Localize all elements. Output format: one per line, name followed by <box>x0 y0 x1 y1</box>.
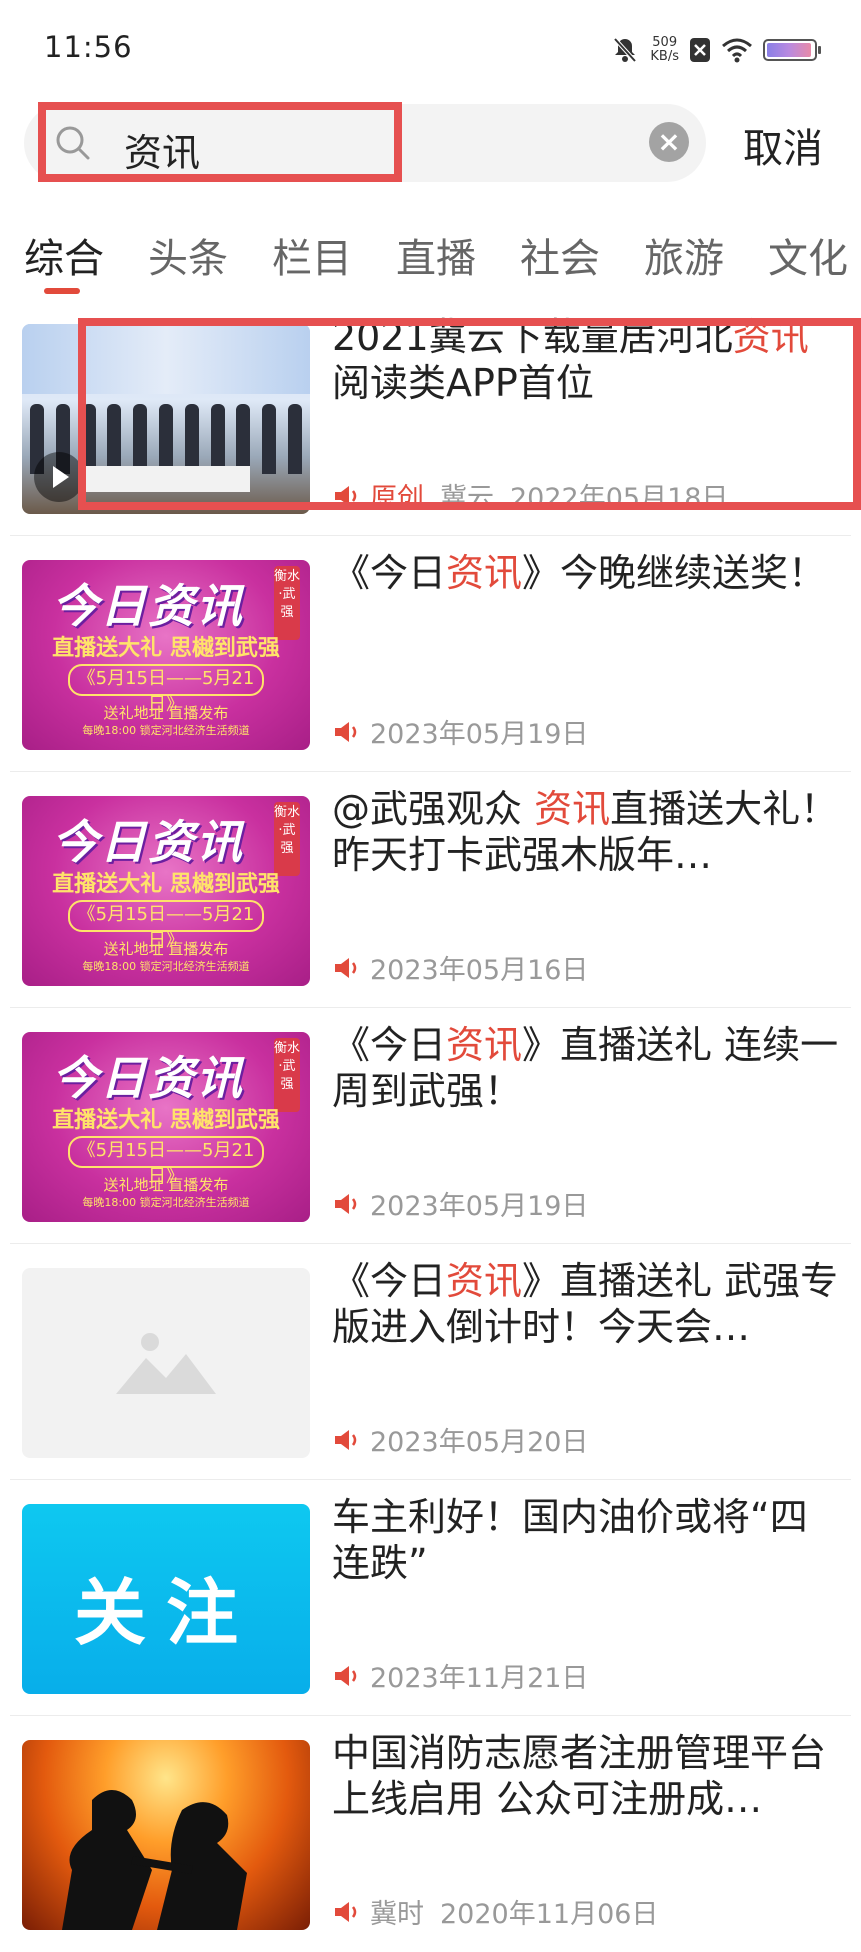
news-item[interactable]: 今日资讯 衡水·武强 直播送大礼 思樾到武强 《5月15日——5月21日》 送礼… <box>0 772 861 1008</box>
speaker-icon[interactable] <box>332 1191 360 1217</box>
news-thumbnail: 今日资讯 衡水·武强 直播送大礼 思樾到武强 《5月15日——5月21日》 送礼… <box>22 796 310 986</box>
news-meta: 2023年05月19日 <box>332 712 588 751</box>
news-date: 2020年11月06日 <box>440 1899 659 1930</box>
play-icon[interactable] <box>34 452 84 502</box>
news-item[interactable]: 2021冀云下载量居河北资讯阅读类APP首位 原创 冀云 2022年05月18日 <box>0 300 861 536</box>
news-date: 2023年05月16日 <box>370 955 589 986</box>
news-date: 2023年05月20日 <box>370 1427 589 1458</box>
status-time: 11:56 <box>44 30 133 64</box>
news-title: @武强观众 资讯直播送大礼！昨天打卡武强木版年… <box>332 787 839 877</box>
news-item[interactable]: 关注 车主利好！国内油价或将“四连跌” 2023年11月21日 <box>0 1480 861 1716</box>
tab-general[interactable]: 综合 <box>24 226 104 284</box>
news-meta: 原创 冀云 2022年05月18日 <box>332 476 728 515</box>
news-item[interactable]: 今日资讯 衡水·武强 直播送大礼 思樾到武强 《5月15日——5月21日》 送礼… <box>0 1008 861 1244</box>
news-thumbnail: 关注 <box>22 1504 310 1694</box>
speaker-icon[interactable] <box>332 719 360 745</box>
firefighter-silhouette <box>62 1790 247 1930</box>
news-item[interactable]: 今日资讯 衡水·武强 直播送大礼 思樾到武强 《5月15日——5月21日》 送礼… <box>0 536 861 772</box>
search-icon <box>56 126 90 160</box>
news-meta: 2023年11月21日 <box>332 1656 588 1695</box>
search-input[interactable]: 资讯 <box>124 122 200 177</box>
status-icons: 509 KB/s <box>610 32 821 68</box>
news-meta: 2023年05月19日 <box>332 1184 588 1223</box>
news-title: 《今日资讯》今晚继续送奖！ <box>332 551 827 595</box>
news-thumbnail <box>22 1268 310 1458</box>
tab-live[interactable]: 直播 <box>396 226 476 284</box>
battery-icon <box>763 39 821 61</box>
news-title: 《今日资讯》直播送礼 武强专版进入倒计时！今天会… <box>332 1259 839 1349</box>
news-title: 车主利好！国内油价或将“四连跌” <box>332 1495 808 1585</box>
speaker-icon[interactable] <box>332 483 360 509</box>
speaker-icon[interactable] <box>332 955 360 981</box>
tab-headlines[interactable]: 头条 <box>148 226 228 284</box>
original-tag: 原创 <box>370 483 424 514</box>
news-title: 《今日资讯》直播送礼 连续一周到武强！ <box>332 1023 839 1113</box>
news-date: 2023年11月21日 <box>370 1663 589 1694</box>
wifi-icon <box>722 38 752 63</box>
sim-off-icon <box>690 38 710 62</box>
news-item[interactable]: 《今日资讯》直播送礼 武强专版进入倒计时！今天会… 2023年05月20日 <box>0 1244 861 1480</box>
news-thumbnail <box>22 324 310 514</box>
news-title: 中国消防志愿者注册管理平台上线启用 公众可注册成… <box>332 1731 827 1821</box>
image-placeholder-icon <box>116 1333 216 1394</box>
cancel-button[interactable]: 取消 <box>743 116 823 174</box>
news-thumbnail: 今日资讯 衡水·武强 直播送大礼 思樾到武强 《5月15日——5月21日》 送礼… <box>22 560 310 750</box>
search-bar[interactable]: 资讯 × <box>24 104 706 182</box>
tab-culture[interactable]: 文化 <box>768 226 848 284</box>
speaker-icon[interactable] <box>332 1663 360 1689</box>
clear-search-button[interactable]: × <box>649 122 689 162</box>
speaker-icon[interactable] <box>332 1899 360 1925</box>
tab-travel[interactable]: 旅游 <box>644 226 724 284</box>
news-source: 冀云 <box>440 483 494 514</box>
news-meta: 2023年05月20日 <box>332 1420 588 1459</box>
news-meta: 2023年05月16日 <box>332 948 588 987</box>
news-thumbnail <box>22 1740 310 1930</box>
tab-columns[interactable]: 栏目 <box>272 226 352 284</box>
news-date: 2022年05月18日 <box>510 483 729 514</box>
news-item[interactable]: 中国消防志愿者注册管理平台上线启用 公众可注册成… 冀时 2020年11月06日 <box>0 1716 861 1952</box>
news-source: 冀时 <box>370 1899 424 1930</box>
net-speed: 509 KB/s <box>650 35 679 64</box>
news-date: 2023年05月19日 <box>370 1191 589 1222</box>
news-thumbnail: 今日资讯 衡水·武强 直播送大礼 思樾到武强 《5月15日——5月21日》 送礼… <box>22 1032 310 1222</box>
news-date: 2023年05月19日 <box>370 719 589 750</box>
mute-icon <box>613 37 637 63</box>
category-tabs: 综合 头条 栏目 直播 社会 旅游 文化 <box>0 222 861 302</box>
news-meta: 冀时 2020年11月06日 <box>332 1892 658 1931</box>
news-title: 2021冀云下载量居河北资讯阅读类APP首位 <box>332 315 809 405</box>
active-tab-indicator <box>44 288 80 294</box>
speaker-icon[interactable] <box>332 1427 360 1453</box>
tab-society[interactable]: 社会 <box>520 226 600 284</box>
status-bar: 11:56 509 KB/s <box>0 0 861 100</box>
